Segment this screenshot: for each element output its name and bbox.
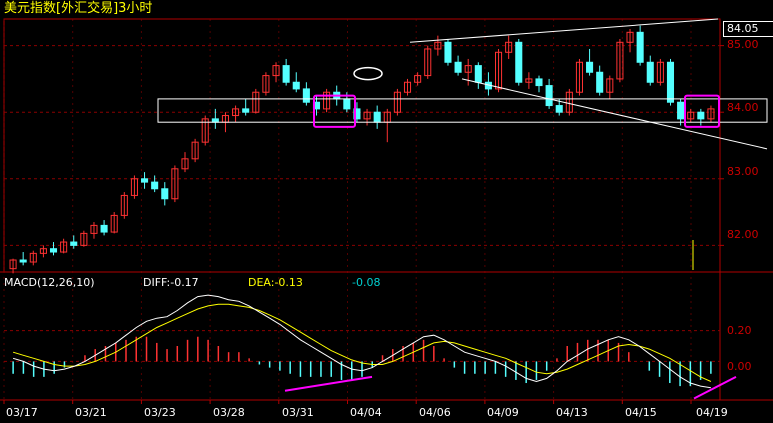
price-tick-label: 82.00 xyxy=(727,228,759,241)
candle-body xyxy=(666,61,675,103)
date-tick-label: 03/17 xyxy=(6,406,38,419)
date-tick-label: 04/19 xyxy=(696,406,728,419)
date-tick-label: 03/21 xyxy=(75,406,107,419)
candle-body xyxy=(49,248,58,253)
candle-body xyxy=(586,61,594,73)
candle-body xyxy=(151,181,159,190)
chart-canvas[interactable] xyxy=(0,0,773,423)
price-panel-frame xyxy=(3,18,721,273)
date-tick-label: 03/31 xyxy=(282,406,314,419)
candle-body xyxy=(19,259,27,263)
price-tick-label: 84.00 xyxy=(727,101,759,114)
candle-body xyxy=(161,188,169,200)
candle-body xyxy=(515,41,523,83)
chart-window: 美元指数[外汇交易]3小时 84.05 85.00 84.00 83.00 82… xyxy=(0,0,773,423)
candle-body xyxy=(70,241,78,246)
divergence-line-right xyxy=(693,375,737,400)
candle-body xyxy=(646,61,654,83)
diff-value: DIFF:-0.17 xyxy=(143,276,199,289)
lower-trend-line xyxy=(461,78,768,150)
macd-tick-label: 0.20 xyxy=(727,324,752,337)
date-tick-label: 04/04 xyxy=(350,406,382,419)
highlight-ellipse xyxy=(353,66,383,81)
macd-indicator-label: MACD(12,26,10) xyxy=(4,276,95,289)
candle-body xyxy=(141,178,149,183)
price-tick-label: 85.00 xyxy=(727,38,759,51)
candle-body xyxy=(100,224,108,233)
upper-trend-line xyxy=(409,18,719,43)
candle-body xyxy=(636,31,644,63)
candle-body xyxy=(454,61,462,73)
macd-tick-label: 0.00 xyxy=(727,360,752,373)
candle-body xyxy=(292,81,300,90)
candle-body xyxy=(282,65,290,83)
candle-body xyxy=(242,108,250,113)
candle-body xyxy=(697,111,705,120)
date-tick-label: 04/09 xyxy=(487,406,519,419)
last-price-tag: 84.05 xyxy=(723,21,773,37)
date-tick-label: 03/23 xyxy=(144,406,176,419)
date-tick-label: 03/28 xyxy=(213,406,245,419)
candle-body xyxy=(474,65,482,83)
candle-body xyxy=(535,78,543,87)
candle-body xyxy=(373,111,381,123)
candle-body xyxy=(545,85,553,107)
candle-body xyxy=(596,71,604,93)
candle-body xyxy=(302,88,310,103)
macd-value: -0.08 xyxy=(352,276,381,289)
candle-body xyxy=(677,101,685,120)
dea-value: DEA:-0.13 xyxy=(248,276,303,289)
date-tick-label: 04/13 xyxy=(556,406,588,419)
candle-body xyxy=(444,41,452,63)
price-tick-label: 83.00 xyxy=(727,165,759,178)
date-tick-label: 04/06 xyxy=(419,406,451,419)
divergence-line-left xyxy=(284,375,373,392)
candle-body xyxy=(555,105,563,113)
date-tick-label: 04/15 xyxy=(625,406,657,419)
range-box xyxy=(157,98,768,123)
candle-body xyxy=(343,98,351,110)
